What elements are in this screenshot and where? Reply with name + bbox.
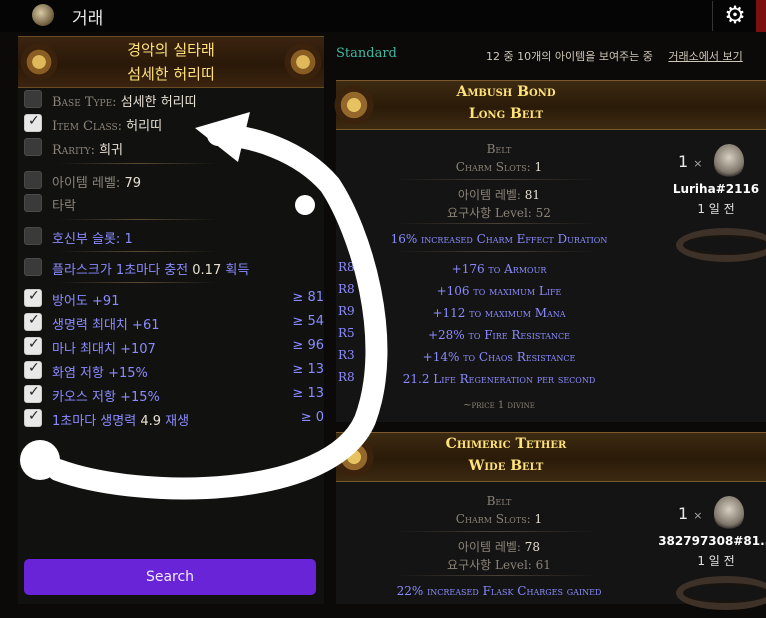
checkbox[interactable] <box>24 384 42 403</box>
seller-name[interactable]: Luriha#2116 <box>654 182 766 196</box>
min-value[interactable]: ≥ 0 <box>288 410 324 425</box>
item-base: 섬세한 허리띠 <box>127 65 215 83</box>
requirements: 요구사항 Level: 52 <box>447 206 551 220</box>
min-value[interactable]: ≥ 96 <box>288 338 324 353</box>
checkbox[interactable] <box>24 258 42 276</box>
item-base: Long Belt <box>468 106 544 122</box>
requirements: 요구사항 Level: 61 <box>447 558 551 572</box>
item-name: Ambush Bond <box>456 84 556 100</box>
checkbox[interactable] <box>24 227 42 245</box>
charm-slots: Charm Slots: 1 <box>455 160 543 174</box>
result-count: 12 중 10개의 아이템을 보여주는 중 거래소에서 보기 <box>486 50 743 63</box>
card-header: Ambush Bond Long Belt <box>332 80 766 130</box>
divider <box>396 179 596 180</box>
search-button[interactable]: Search <box>24 559 316 595</box>
filter-header: 경악의 실타래 섬세한 허리띠 <box>18 36 324 88</box>
implicit-mod: 22% increased Flask Charges gained <box>396 584 602 598</box>
close-strip[interactable] <box>756 0 766 32</box>
window-title: 거래 <box>72 9 104 29</box>
item-class: Belt <box>486 142 512 156</box>
view-in-trade-link[interactable]: 거래소에서 보기 <box>668 50 742 63</box>
results-panel: Standard 12 중 10개의 아이템을 보여주는 중 거래소에서 보기 … <box>328 36 766 610</box>
explicit-mod: +176 to Armour <box>451 262 547 276</box>
explicit-mod: +106 to maximum Life <box>436 284 562 298</box>
item-base: Wide Belt <box>468 458 544 474</box>
checkbox[interactable] <box>24 113 42 132</box>
checkbox[interactable] <box>24 360 42 379</box>
divider <box>58 251 218 252</box>
checkbox[interactable] <box>24 408 42 427</box>
app-logo-icon <box>32 4 54 26</box>
checkbox[interactable] <box>24 171 42 189</box>
min-value[interactable]: ≥ 81 <box>288 290 324 305</box>
listed-time: 1 일 전 <box>697 554 735 568</box>
item-level: 아이템 레벨: 78 <box>457 540 541 554</box>
divider <box>58 163 218 164</box>
result-card[interactable]: Chimeric Tether Wide Belt Belt Charm Slo… <box>332 432 766 610</box>
item-name: 경악의 실타래 <box>127 41 215 59</box>
league-label: Standard <box>336 46 397 61</box>
checkbox[interactable] <box>24 138 42 156</box>
min-value[interactable]: ≥ 13 <box>288 362 324 377</box>
listed-time: 1 일 전 <box>697 202 735 216</box>
divider <box>396 251 596 252</box>
gear-icon[interactable]: ⚙ <box>712 1 757 31</box>
item-name: Chimeric Tether <box>445 436 567 452</box>
charm-slots: Charm Slots: 1 <box>455 512 543 526</box>
quantity: 1 × <box>678 152 703 171</box>
divider <box>396 575 596 576</box>
seller-avatar-icon <box>714 144 744 178</box>
filter-panel: 경악의 실타래 섬세한 허리띠 Base Type: 섬세한 허리띠 Item … <box>18 36 324 604</box>
divider <box>396 223 596 224</box>
divider <box>396 531 596 532</box>
explicit-mod: +14% to Chaos Resistance <box>422 350 576 364</box>
min-value[interactable]: ≥ 13 <box>288 386 324 401</box>
explicit-mod: +28% to Fire Resistance <box>427 328 571 342</box>
checkbox[interactable] <box>24 90 42 108</box>
seller-name[interactable]: 382797308#81... <box>654 534 766 548</box>
item-class: Belt <box>486 494 512 508</box>
divider <box>58 219 218 220</box>
min-value[interactable]: ≥ 54 <box>288 314 324 329</box>
price-note: ~price 1 divine <box>463 400 535 411</box>
item-level: 아이템 레벨: 81 <box>457 188 541 202</box>
top-bar: 거래 ⚙ <box>0 0 766 32</box>
seller-avatar-icon <box>714 496 744 530</box>
divider <box>58 282 218 283</box>
card-header: Chimeric Tether Wide Belt <box>332 432 766 482</box>
checkbox[interactable] <box>24 336 42 355</box>
implicit-mod: 16% increased Charm Effect Duration <box>390 232 608 246</box>
belt-item-icon <box>676 576 766 610</box>
belt-item-icon <box>676 228 766 262</box>
result-card[interactable]: Ambush Bond Long Belt Belt Charm Slots: … <box>332 80 766 422</box>
checkbox[interactable] <box>24 288 42 307</box>
quantity: 1 × <box>678 504 703 523</box>
checkbox[interactable] <box>24 194 42 212</box>
explicit-mod: +112 to maximum Mana <box>432 306 566 320</box>
explicit-mod: 21.2 Life Regeneration per second <box>402 372 596 386</box>
checkbox[interactable] <box>24 312 42 331</box>
